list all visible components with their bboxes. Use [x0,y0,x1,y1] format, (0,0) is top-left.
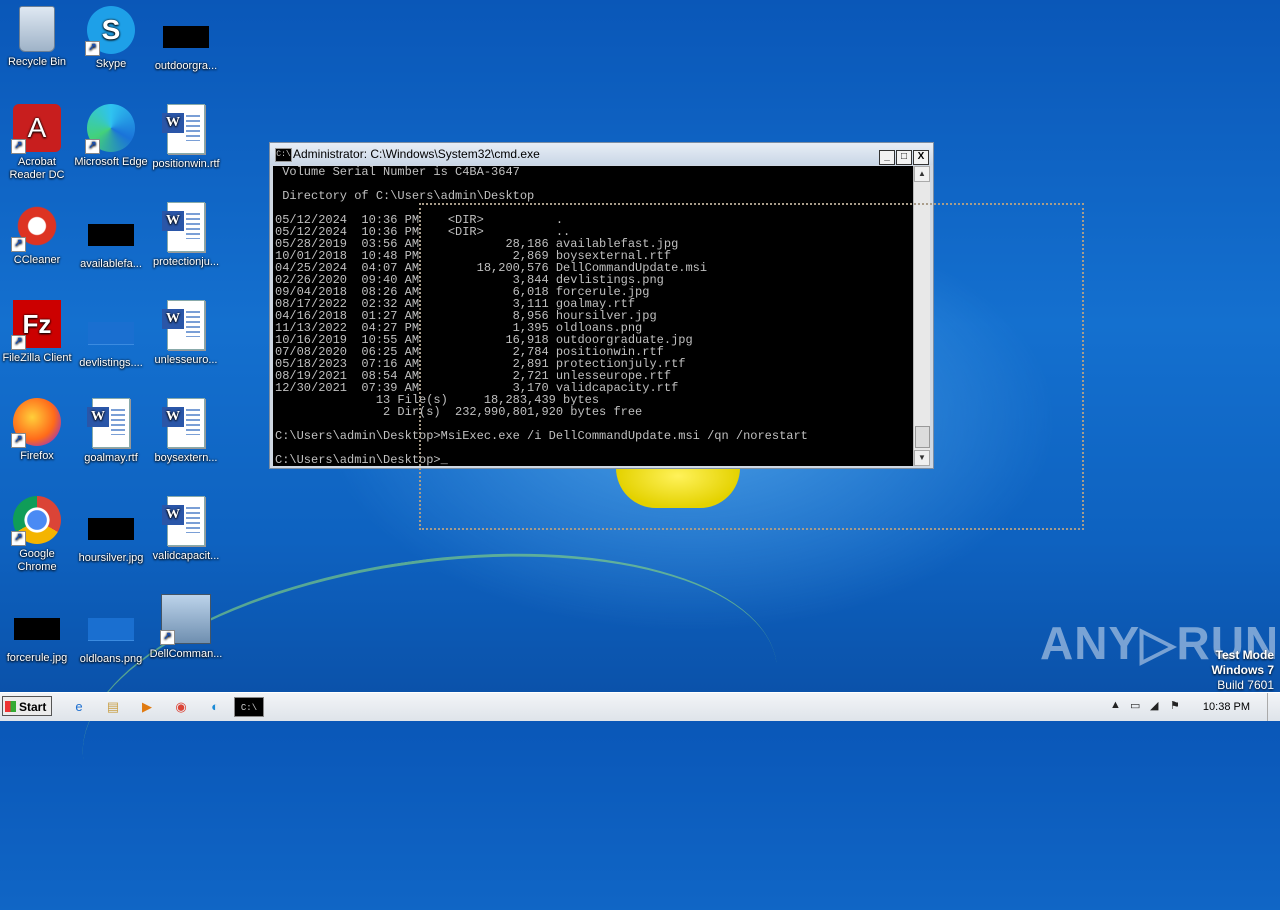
cmd-taskbar-button[interactable]: C:\ [234,697,264,717]
desktop-icon-label: forcerule.jpg [6,652,68,664]
maximize-button[interactable]: □ [896,150,912,165]
desktop-icon-validcapacity[interactable]: W validcapacit... [149,496,223,563]
action-center-flag-icon[interactable]: ⚑ [1170,699,1180,712]
ccleaner-icon: ↗ [11,202,61,252]
build-label: Build 7601 [1217,678,1274,692]
skype-icon: S ↗ [85,6,135,56]
scroll-thumb[interactable] [915,426,930,448]
desktop-icon-label: Microsoft Edge [74,156,148,168]
desktop-icon-skype[interactable]: S ↗ Skype [74,6,148,71]
firefox-icon: ↗ [11,398,61,448]
console-area[interactable]: Volume Serial Number is C4BA-3647 Direct… [273,166,915,466]
cmd-app-icon: C:\ [275,148,292,162]
desktop-icon-recycle-bin[interactable]: Recycle Bin [0,6,74,69]
windows-logo-icon [5,701,16,712]
desktop-icon-label: validcapacit... [152,550,220,562]
word-document-icon: W [162,300,205,350]
desktop-icon-label: Google Chrome [17,548,57,573]
desktop-icon-unlesseurope[interactable]: W unlesseuro... [149,300,223,367]
scroll-down-icon[interactable]: ▼ [914,450,930,466]
media-player-icon[interactable]: ▶ [136,697,158,717]
ie-icon[interactable]: e [68,697,90,717]
test-mode-notice: Test Mode Windows 7 Build 7601 [1211,648,1274,693]
wallpaper-logo [616,468,740,508]
start-button[interactable]: Start [2,696,52,716]
image-thumbnail-icon [14,618,60,640]
desktop-icon-label: DellComman... [149,648,223,660]
desktop-icon-label: positionwin.rtf [152,158,220,170]
image-thumbnail-icon [88,224,134,246]
desktop-icon-protectionjuly[interactable]: W protectionju... [149,202,223,269]
desktop-icon-label: Skype [95,58,127,70]
test-mode-label: Test Mode [1215,648,1274,662]
desktop-icon-label: unlesseuro... [154,354,218,366]
desktop-icon-label: Firefox [20,450,54,462]
word-document-icon: W [162,202,205,252]
network-icon[interactable]: ▭ [1130,699,1140,712]
scroll-up-icon[interactable]: ▲ [914,166,930,182]
word-document-icon: W [162,398,205,448]
system-tray: ▲ ▭ ◢ ⚑ 10:38 PM [1100,693,1280,721]
image-thumbnail-icon [88,618,134,641]
desktop-icon-acrobat[interactable]: A ↗ Acrobat Reader DC [0,104,74,182]
desktop-icon-label: boysextern... [154,452,218,464]
image-thumbnail-icon [88,518,134,540]
desktop-icon-positionwin[interactable]: W positionwin.rtf [149,104,223,171]
desktop-icon-label: hoursilver.jpg [78,552,144,564]
tray-expand-icon[interactable]: ▲ [1110,699,1121,711]
cmd-window-title: Administrator: C:\Windows\System32\cmd.e… [293,147,540,161]
desktop-icon-filezilla[interactable]: Fz ↗ FileZilla Client [0,300,74,365]
image-thumbnail-icon [163,26,209,48]
desktop-icon-oldloans[interactable]: oldloans.png [74,604,148,666]
desktop-icon-label: Acrobat Reader DC [9,156,65,181]
show-desktop-button[interactable] [1267,693,1280,721]
filezilla-icon: Fz ↗ [11,300,61,350]
desktop-icon-forcerule[interactable]: forcerule.jpg [0,604,74,665]
desktop-icon-dellcommandupdate[interactable]: ↗ DellComman... [149,594,223,661]
minimize-button[interactable]: _ [879,150,895,165]
console-output: Volume Serial Number is C4BA-3647 Direct… [275,166,808,466]
start-label: Start [19,700,47,714]
desktop-icon-outdoorgraduate[interactable]: outdoorgra... [149,12,223,73]
desktop-icon-label: protectionju... [152,256,220,268]
desktop-icon-edge[interactable]: ↗ Microsoft Edge [74,104,148,169]
explorer-folder-icon[interactable]: ▤ [102,697,124,717]
installer-icon: ↗ [160,594,211,645]
volume-icon[interactable]: ◢ [1150,699,1158,712]
desktop-icon-devlistings[interactable]: devlistings.... [74,308,148,370]
clock[interactable]: 10:38 PM [1203,701,1250,713]
desktop-icon-hoursilver[interactable]: hoursilver.jpg [74,504,148,565]
desktop-icon-label: oldloans.png [79,653,143,665]
word-document-icon: W [162,104,205,154]
edge-icon: ↗ [85,104,135,154]
taskbar: Start e ▤ ▶ ◉ ◐ C:\ ▲ ▭ ◢ ⚑ 10:38 PM [0,692,1280,721]
desktop-icon-boysexternal[interactable]: W boysextern... [149,398,223,465]
desktop-icon-goalmay[interactable]: W goalmay.rtf [74,398,148,465]
cmd-titlebar[interactable]: C:\ Administrator: C:\Windows\System32\c… [270,143,933,165]
cmd-window[interactable]: C:\ Administrator: C:\Windows\System32\c… [269,142,934,469]
desktop-icon-firefox[interactable]: ↗ Firefox [0,398,74,463]
word-document-icon: W [162,496,205,546]
edge-taskbar-icon[interactable]: ◐ [204,697,226,717]
vertical-scrollbar[interactable]: ▲ ▼ [913,166,930,466]
desktop-icon-label: goalmay.rtf [84,452,138,464]
chrome-icon: ↗ [11,496,61,546]
os-label: Windows 7 [1211,663,1274,677]
desktop-icon-ccleaner[interactable]: ↗ CCleaner [0,202,74,267]
desktop-icon-label: devlistings.... [79,357,143,369]
desktop-icon-chrome[interactable]: ↗ Google Chrome [0,496,74,574]
recycle-bin-icon [19,6,55,52]
acrobat-icon: A ↗ [11,104,61,154]
image-thumbnail-icon [88,322,134,345]
desktop-icon-label: FileZilla Client [2,352,72,364]
word-document-icon: W [87,398,130,448]
desktop-icon-label: availablefa... [80,258,142,270]
desktop-icon-label: Recycle Bin [7,56,67,68]
chrome-taskbar-icon[interactable]: ◉ [170,697,192,717]
desktop-icon-availablefast[interactable]: availablefa... [74,210,148,271]
desktop-icon-label: outdoorgra... [154,60,218,72]
close-button[interactable]: X [913,150,929,165]
desktop-icon-label: CCleaner [13,254,61,266]
